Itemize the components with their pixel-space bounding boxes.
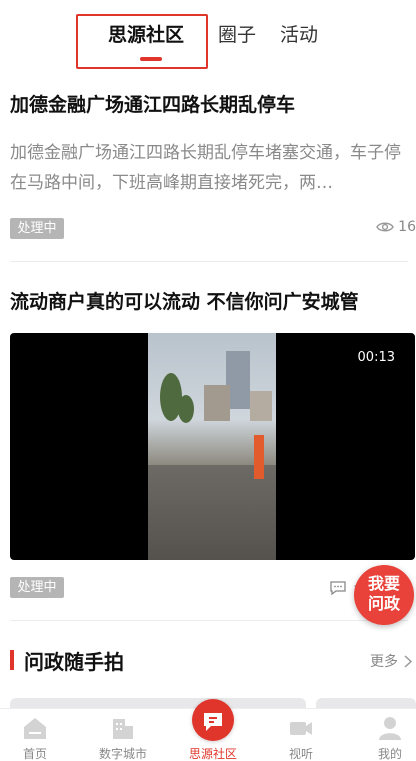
ask-button-line2: 问政 [367, 594, 400, 613]
video-thumbnail [148, 333, 276, 560]
nav-label: 思源社区 [188, 747, 237, 761]
status-badge: 处理中 [10, 577, 64, 598]
video-player[interactable]: 00:13 [10, 333, 415, 560]
ask-button-line1: 我要 [367, 574, 400, 593]
ask-question-button[interactable]: 我要 问政 [354, 565, 414, 625]
section-title: 问政随手拍 [24, 650, 124, 674]
article-title[interactable]: 流动商户真的可以流动 不信你问广安城管 [10, 287, 359, 314]
nav-label: 首页 [22, 747, 47, 761]
nav-label: 我的 [377, 747, 402, 761]
divider [10, 261, 408, 262]
nav-siyuan-community[interactable]: 思源社区 [178, 699, 248, 761]
view-count-value: 16 [398, 219, 416, 235]
nav-digital-city[interactable]: 数字城市 [88, 709, 158, 761]
home-icon [24, 718, 46, 739]
city-icon [113, 719, 133, 739]
video-duration: 00:13 [357, 350, 395, 365]
more-label: 更多 [370, 654, 398, 670]
section-more-link[interactable]: 更多 [370, 651, 412, 671]
tab-circle[interactable]: 圈子 [218, 20, 256, 47]
article-summary[interactable]: 加德金融广场通江四路长期乱停车堵塞交通，车子停在马路中间，下班高峰期直接堵死完，… [10, 138, 408, 198]
section-header: 问政随手拍 更多 [10, 646, 414, 674]
section-accent-bar [10, 650, 14, 670]
divider [10, 620, 408, 621]
community-icon [204, 713, 222, 731]
eye-icon [376, 222, 394, 232]
top-tab-bar: 思源社区 圈子 活动 [0, 0, 416, 72]
nav-my[interactable]: 我的 [355, 709, 416, 761]
nav-audio-video[interactable]: 视听 [266, 709, 336, 761]
tab-active-indicator [140, 57, 162, 61]
comment-icon [330, 581, 346, 596]
bottom-navigation: 首页 数字城市 思源社区 视听 我的 [0, 699, 416, 761]
view-count: 16 [376, 219, 416, 235]
person-icon [379, 717, 401, 740]
chevron-right-icon [404, 654, 412, 668]
video-camera-icon [290, 722, 312, 735]
nav-label: 数字城市 [98, 747, 147, 761]
nav-label: 视听 [288, 747, 313, 761]
status-badge: 处理中 [10, 218, 64, 239]
nav-home[interactable]: 首页 [0, 709, 70, 761]
tab-events[interactable]: 活动 [280, 20, 318, 47]
article-title[interactable]: 加德金融广场通江四路长期乱停车 [10, 90, 295, 117]
